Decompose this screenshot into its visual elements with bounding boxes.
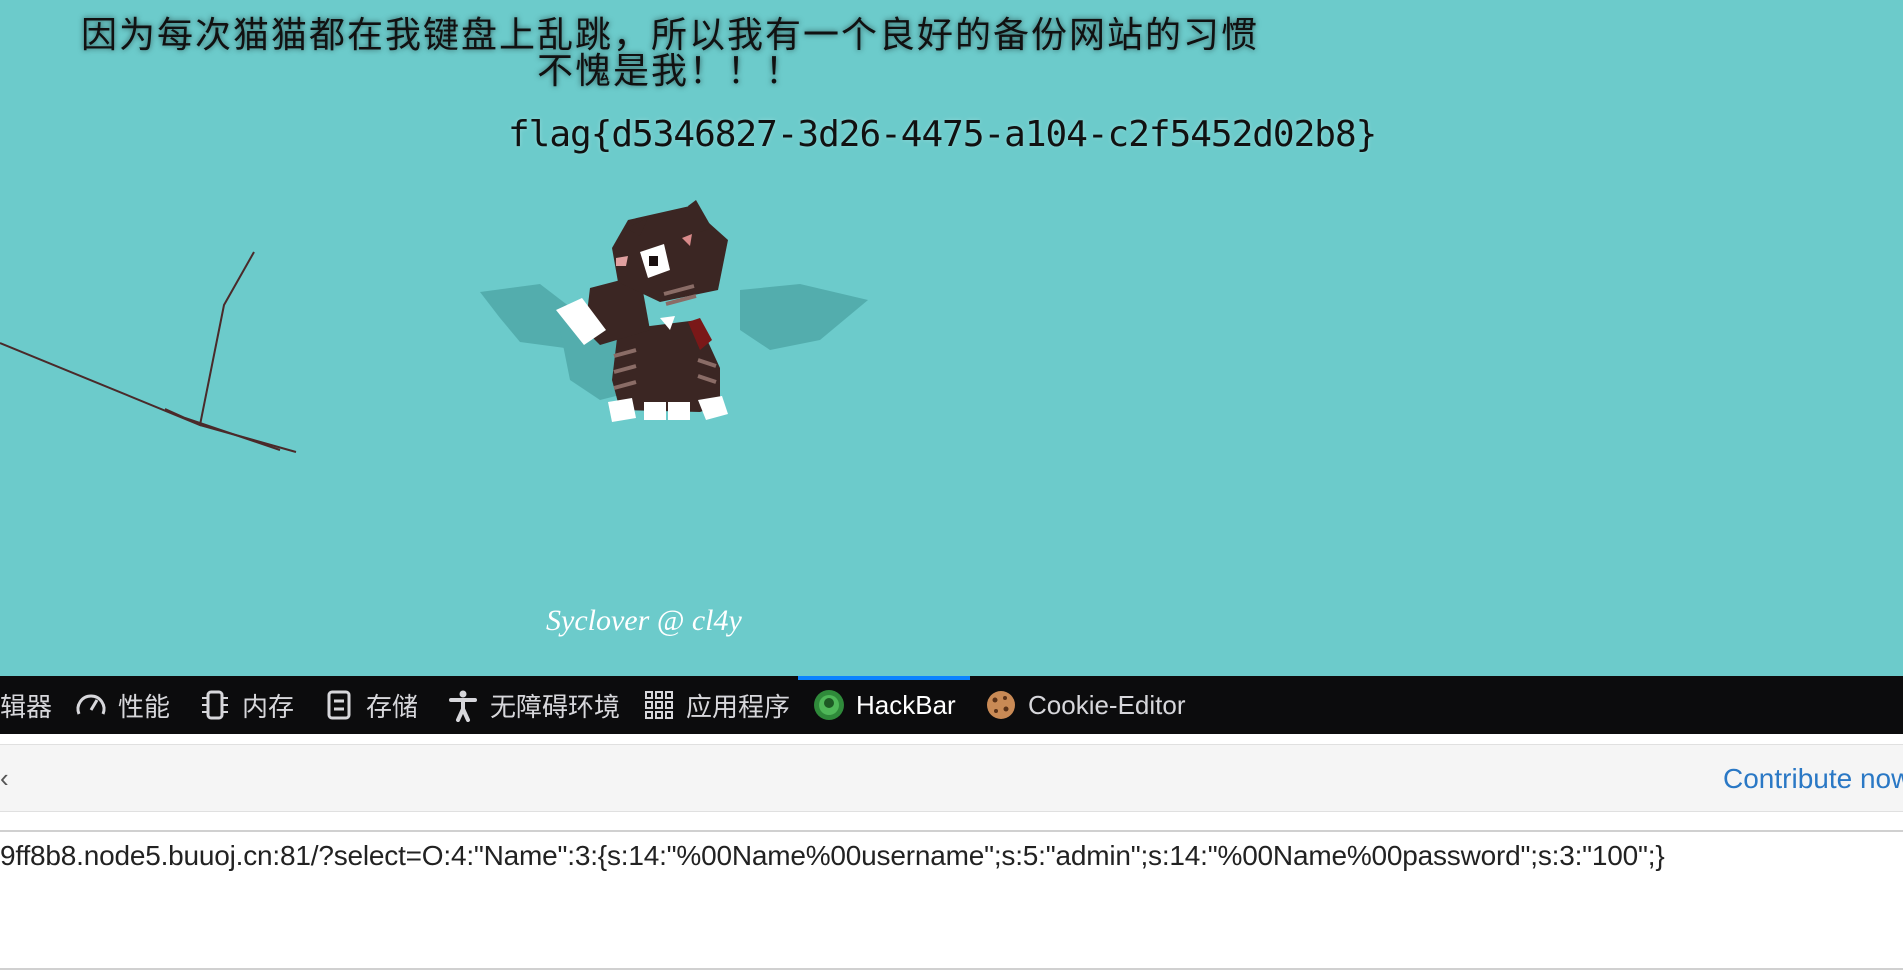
tab-debugger[interactable]: 辑器 xyxy=(0,676,52,734)
toolbar-overflow-caret[interactable]: ‹ xyxy=(0,763,9,794)
tab-hackbar[interactable]: HackBar xyxy=(798,676,970,734)
memory-chip-icon xyxy=(198,688,232,722)
tab-label: 无障碍环境 xyxy=(490,691,621,722)
app-grid-icon xyxy=(642,688,676,722)
contribute-link[interactable]: Contribute now! xyxy=(1723,763,1903,795)
hackbar-panel: ‹ Contribute now! 9ff8b8.node5.buuoj.cn:… xyxy=(0,734,1903,978)
storage-icon xyxy=(322,688,356,722)
devtools-tab-bar: 辑器 性能 内存 存储 无障碍环境 应用程序 HackBar Cookie-Ed… xyxy=(0,676,1903,734)
url-textarea[interactable]: 9ff8b8.node5.buuoj.cn:81/?select=O:4:"Na… xyxy=(0,830,1903,970)
tab-label: 存储 xyxy=(366,691,419,722)
accessibility-person-icon xyxy=(446,688,480,722)
url-value: 9ff8b8.node5.buuoj.cn:81/?select=O:4:"Na… xyxy=(0,840,1665,871)
tab-storage[interactable]: 存储 xyxy=(322,676,418,734)
hackbar-toolbar: ‹ Contribute now! xyxy=(0,744,1903,812)
tab-label: 性能 xyxy=(118,691,171,722)
credit-text: Syclover @ cl4y xyxy=(546,604,742,637)
tab-performance[interactable]: 性能 xyxy=(74,676,170,734)
cat-scene-canvas xyxy=(0,200,868,453)
gauge-icon xyxy=(74,688,108,722)
stick-lines xyxy=(0,251,297,453)
tab-cookie-editor[interactable]: Cookie-Editor xyxy=(984,676,1186,734)
cookie-icon xyxy=(984,688,1018,722)
tab-label: HackBar xyxy=(856,689,956,720)
web-page-viewport: 因为每次猫猫都在我键盘上乱跳，所以我有一个良好的备份网站的习惯 不愧是我！！！ … xyxy=(0,0,1903,676)
tab-label: Cookie-Editor xyxy=(1028,689,1186,720)
tab-label: 应用程序 xyxy=(686,691,791,722)
tab-application[interactable]: 应用程序 xyxy=(642,676,790,734)
hackbar-logo-icon xyxy=(812,688,846,722)
tab-label: 辑器 xyxy=(0,691,53,722)
tab-accessibility[interactable]: 无障碍环境 xyxy=(446,676,620,734)
tab-memory[interactable]: 内存 xyxy=(198,676,294,734)
tab-label: 内存 xyxy=(242,691,295,722)
cat-figure xyxy=(556,200,728,422)
